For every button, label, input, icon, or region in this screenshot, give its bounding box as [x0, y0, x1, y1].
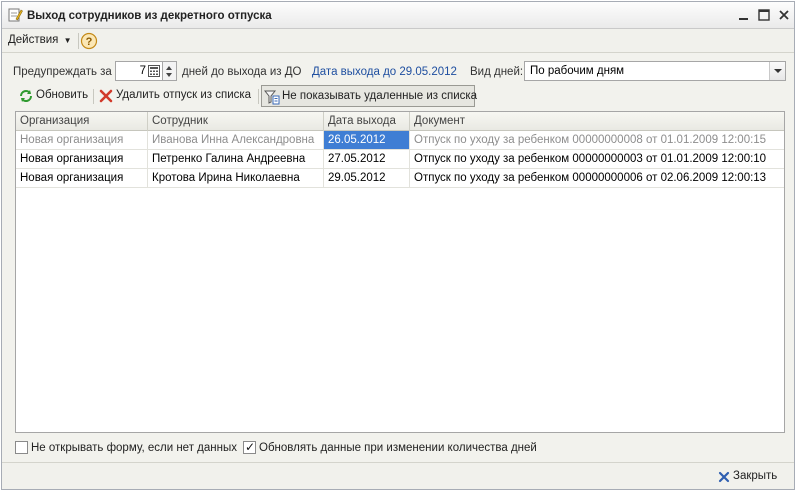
stepper-up-icon[interactable] — [166, 66, 172, 70]
refresh-button[interactable]: Обновить — [16, 85, 88, 107]
stepper-down-icon[interactable] — [166, 73, 172, 77]
menu-bar: Действия ▼ ? — [2, 29, 794, 53]
table-row[interactable]: Новая организация Кротова Ирина Николаев… — [16, 169, 784, 188]
close-label: Закрыть — [733, 470, 778, 482]
toolbar-divider — [93, 89, 94, 104]
help-icon[interactable]: ? — [80, 32, 98, 50]
refresh-on-change-label[interactable]: Обновлять данные при изменении количеств… — [259, 442, 537, 454]
table-header: Организация Сотрудник Дата выхода Докуме… — [16, 112, 784, 131]
days-input[interactable]: 7 — [115, 61, 163, 81]
maximize-icon[interactable] — [757, 8, 771, 22]
employees-table[interactable]: Организация Сотрудник Дата выхода Докуме… — [15, 111, 785, 433]
cell-employee[interactable]: Петренко Галина Андреевна — [148, 150, 324, 168]
days-stepper[interactable] — [163, 61, 177, 81]
hide-deleted-label: Не показывать удаленные из списка — [282, 90, 478, 102]
cell-organization[interactable]: Новая организация — [16, 169, 148, 187]
cell-employee[interactable]: Кротова Ирина Николаевна — [148, 169, 324, 187]
column-header-employee[interactable]: Сотрудник — [148, 112, 324, 131]
close-button[interactable]: Закрыть — [718, 469, 784, 485]
table-row[interactable]: Новая организация Иванова Инна Александр… — [16, 131, 784, 150]
chevron-down-icon: ▼ — [63, 36, 72, 45]
cell-document[interactable]: Отпуск по уходу за ребенком 00000000003 … — [410, 150, 784, 168]
day-type-select[interactable]: По рабочим дням — [524, 61, 786, 81]
column-header-document[interactable]: Документ — [410, 112, 784, 131]
dropdown-arrow-icon[interactable] — [769, 62, 785, 80]
column-header-organization[interactable]: Организация — [16, 112, 148, 131]
options-row: Не открывать форму, если нет данных Обно… — [2, 438, 794, 458]
cell-exit-date[interactable]: 27.05.2012 — [324, 150, 410, 168]
window-title: Выход сотрудников из декретного отпуска — [27, 10, 272, 22]
cell-organization[interactable]: Новая организация — [16, 131, 148, 149]
no-open-label[interactable]: Не открывать форму, если нет данных — [31, 442, 237, 454]
delete-label: Удалить отпуск из списка — [116, 89, 252, 101]
toolbar: Обновить Удалить отпуск из списка Не пок… — [2, 85, 794, 107]
document-edit-icon — [8, 8, 23, 22]
table-row[interactable]: Новая организация Петренко Галина Андрее… — [16, 150, 784, 169]
hide-deleted-button[interactable]: Не показывать удаленные из списка — [261, 85, 478, 107]
toolbar-divider — [258, 89, 259, 104]
title-bar[interactable]: Выход сотрудников из декретного отпуска — [2, 2, 794, 29]
cell-exit-date[interactable]: 29.05.2012 — [324, 169, 410, 187]
menu-divider — [78, 33, 79, 49]
day-type-label: Вид дней: — [470, 66, 524, 78]
days-suffix-label: дней до выхода из ДО — [182, 66, 302, 78]
main-window: Выход сотрудников из декретного отпуска … — [1, 1, 795, 490]
column-header-exit-date[interactable]: Дата выхода — [324, 112, 410, 131]
calculator-icon[interactable] — [148, 65, 160, 77]
svg-text:?: ? — [86, 36, 93, 48]
cell-document[interactable]: Отпуск по уходу за ребенком 00000000008 … — [410, 131, 784, 149]
cell-organization[interactable]: Новая организация — [16, 150, 148, 168]
cell-employee[interactable]: Иванова Инна Александровна — [148, 131, 324, 149]
cell-document[interactable]: Отпуск по уходу за ребенком 00000000006 … — [410, 169, 784, 187]
filter-icon — [264, 90, 280, 105]
close-x-icon — [718, 471, 730, 483]
delete-button[interactable]: Удалить отпуск из списка — [96, 85, 256, 107]
warn-label: Предупреждать за — [13, 66, 112, 78]
refresh-label: Обновить — [36, 89, 89, 101]
actions-menu[interactable]: Действия ▼ — [8, 34, 72, 46]
minimize-icon[interactable] — [737, 8, 751, 22]
refresh-icon — [20, 90, 32, 102]
cell-exit-date[interactable]: 26.05.2012 — [324, 131, 410, 149]
actions-menu-label: Действия — [8, 34, 59, 46]
no-open-checkbox[interactable] — [15, 441, 28, 454]
filter-row: Предупреждать за 7 дней до выхода из ДО … — [2, 60, 794, 84]
close-icon[interactable] — [777, 8, 791, 22]
footer-bar: Закрыть — [2, 462, 794, 489]
days-value: 7 — [139, 65, 146, 77]
day-type-value: По рабочим дням — [530, 65, 625, 77]
delete-icon — [99, 89, 113, 103]
exit-date-link[interactable]: Дата выхода до 29.05.2012 — [312, 66, 457, 78]
refresh-on-change-checkbox[interactable] — [243, 440, 256, 454]
